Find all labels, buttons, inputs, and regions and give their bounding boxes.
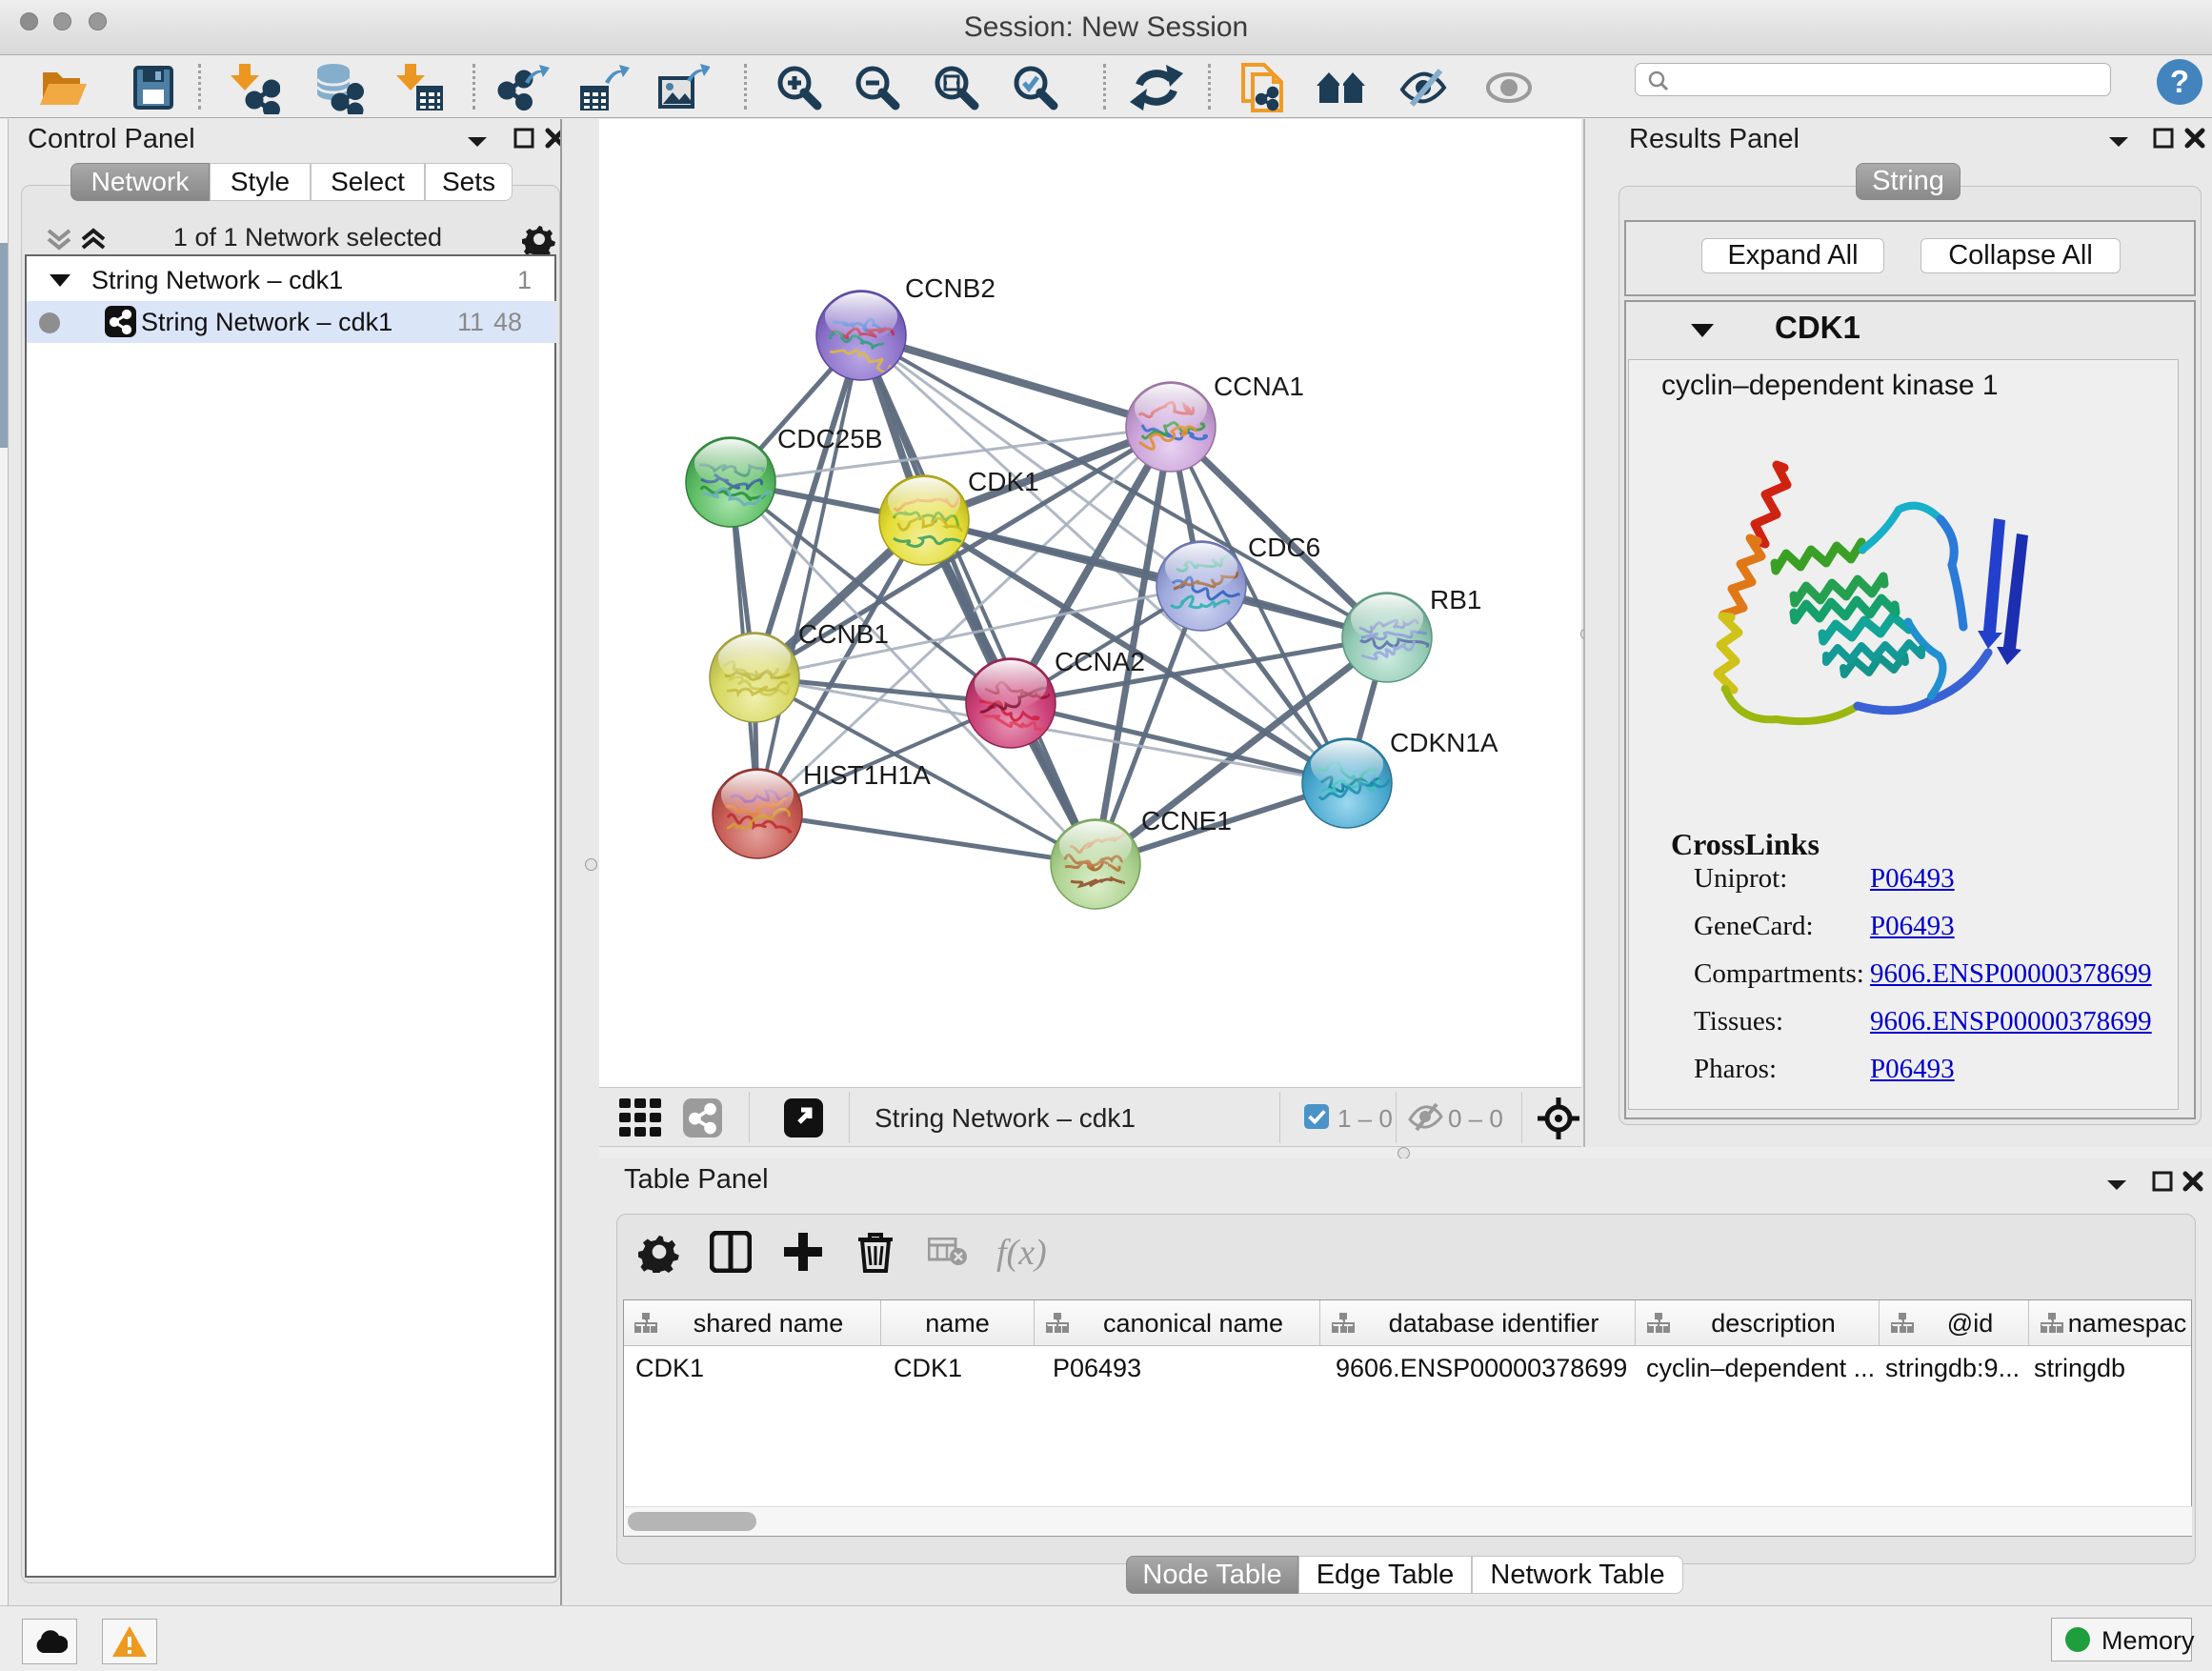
svg-text:CDC25B: CDC25B xyxy=(777,424,882,453)
svg-text:CCNE1: CCNE1 xyxy=(1141,806,1232,836)
svg-text:CCNA2: CCNA2 xyxy=(1055,647,1145,676)
svg-text:CCNB2: CCNB2 xyxy=(905,273,995,303)
svg-text:CDK1: CDK1 xyxy=(968,467,1039,496)
svg-text:RB1: RB1 xyxy=(1430,585,1481,614)
svg-text:CDKN1A: CDKN1A xyxy=(1390,728,1498,757)
svg-text:HIST1H1A: HIST1H1A xyxy=(803,760,931,790)
svg-text:CDC6: CDC6 xyxy=(1248,533,1320,562)
svg-text:CCNB1: CCNB1 xyxy=(798,619,889,649)
svg-text:CCNA1: CCNA1 xyxy=(1214,372,1304,401)
